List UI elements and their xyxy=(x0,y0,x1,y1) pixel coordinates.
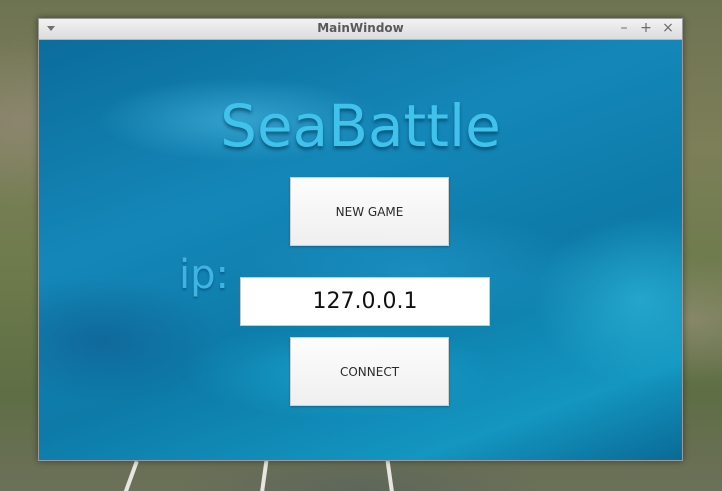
new-game-button[interactable]: NEW GAME xyxy=(290,177,449,246)
minimize-icon[interactable]: – xyxy=(616,20,632,36)
main-window: MainWindow – + × SeaBattle NEW GAME ip: … xyxy=(38,18,683,461)
background-road-marking xyxy=(385,457,395,491)
window-title: MainWindow xyxy=(317,21,404,35)
maximize-icon[interactable]: + xyxy=(638,20,654,36)
close-icon[interactable]: × xyxy=(660,20,676,36)
background-road-marking xyxy=(259,457,269,491)
app-title: SeaBattle xyxy=(220,92,501,160)
connect-button[interactable]: CONNECT xyxy=(290,337,449,406)
ip-label: ip: xyxy=(179,252,229,298)
game-menu-panel: SeaBattle NEW GAME ip: CONNECT xyxy=(39,40,682,460)
background-road-marking xyxy=(121,460,139,491)
title-bar[interactable]: MainWindow – + × xyxy=(39,19,682,40)
ip-address-input[interactable] xyxy=(240,277,490,326)
